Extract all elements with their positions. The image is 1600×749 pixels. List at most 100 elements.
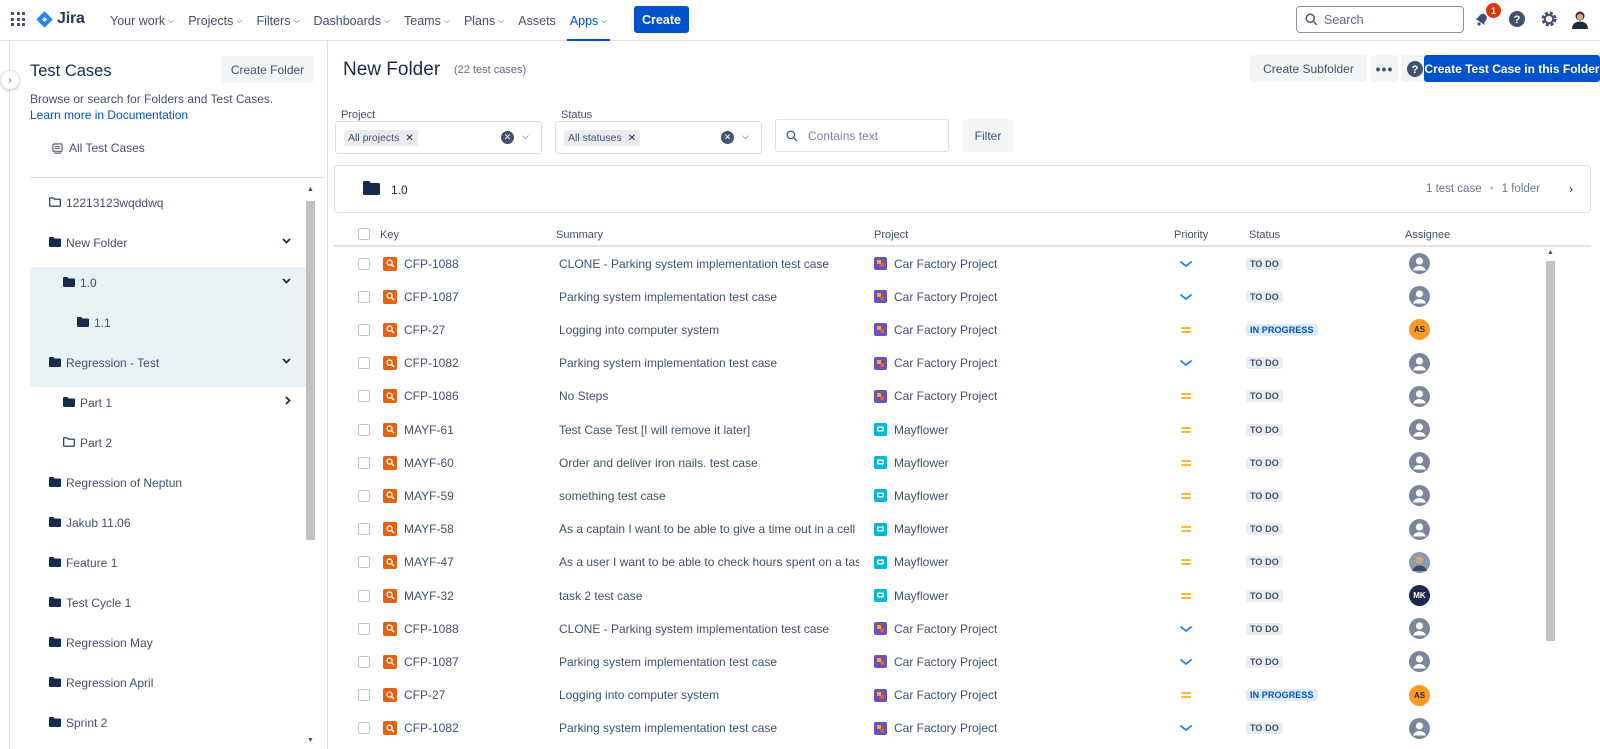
test-case-summary[interactable]: No Steps (559, 380, 859, 413)
row-checkbox[interactable] (358, 556, 370, 569)
test-case-key[interactable]: MAYF-47 (404, 555, 454, 569)
table-row[interactable]: MAYF-59 something test case Mayflower TO DO (334, 479, 1591, 512)
column-key[interactable]: Key (380, 229, 399, 241)
tree-folder[interactable]: Regression May (30, 623, 307, 663)
assignee-avatar[interactable]: AS (1409, 684, 1430, 706)
test-case-summary[interactable]: something test case (559, 479, 859, 512)
test-case-summary[interactable]: Parking system implementation test case (559, 645, 859, 678)
row-checkbox[interactable] (358, 323, 370, 336)
tree-folder[interactable]: Regression - Test (30, 343, 307, 383)
unassigned-avatar-icon[interactable] (1409, 651, 1430, 673)
test-case-summary[interactable]: task 2 test case (559, 579, 859, 612)
test-case-summary[interactable]: Parking system implementation test case (559, 280, 859, 313)
test-case-key[interactable]: CFP-1087 (404, 655, 459, 669)
unassigned-avatar-icon[interactable] (1409, 452, 1430, 474)
row-checkbox[interactable] (358, 489, 370, 502)
test-case-key[interactable]: MAYF-60 (404, 456, 454, 470)
table-row[interactable]: CFP-1086 No Steps Car Factory Project TO DO (334, 380, 1591, 413)
test-case-summary[interactable]: Parking system implementation test case (559, 712, 859, 745)
table-row[interactable]: CFP-1082 Parking system implementation te… (334, 712, 1591, 745)
row-checkbox[interactable] (358, 689, 370, 702)
table-row[interactable]: CFP-27 Logging into computer system Car Fa… (334, 313, 1591, 346)
unassigned-avatar-icon[interactable] (1409, 385, 1430, 407)
subfolder-card[interactable]: 1.0 1 test case • 1 folder › (334, 165, 1591, 213)
select-all-checkbox[interactable] (358, 228, 370, 240)
test-case-summary[interactable]: Order and deliver iron nails. test case (559, 446, 859, 479)
table-scrollbar[interactable] (1546, 261, 1555, 641)
nav-item-assets[interactable]: Assets (511, 0, 563, 41)
test-case-summary[interactable]: As a user I want to be able to check hou… (559, 546, 859, 579)
test-case-key[interactable]: CFP-1087 (404, 290, 459, 304)
unassigned-avatar-icon[interactable] (1409, 618, 1430, 640)
documentation-link[interactable]: Learn more in Documentation (30, 108, 188, 122)
row-checkbox[interactable] (358, 655, 370, 668)
tree-folder[interactable]: Regression of Neptun (30, 463, 307, 503)
table-row[interactable]: MAYF-47 As a user I want to be able to ch… (334, 546, 1591, 579)
tree-folder[interactable]: Test Cycle 1 (30, 583, 307, 623)
all-test-cases-link[interactable]: All Test Cases (52, 141, 145, 155)
clear-icon[interactable]: ✕ (501, 131, 514, 144)
test-case-key[interactable]: CFP-1088 (404, 622, 459, 636)
tree-folder[interactable]: Sprint 2 (30, 703, 307, 743)
nav-item-plans[interactable]: Plans ⌵ (457, 0, 511, 41)
assignee-avatar[interactable]: MK (1409, 585, 1430, 606)
create-button[interactable]: Create (634, 6, 689, 33)
search-input[interactable]: Search (1296, 6, 1464, 33)
chevron-down-icon[interactable]: ⌵ (522, 131, 529, 142)
test-case-key[interactable]: CFP-1088 (404, 257, 459, 271)
settings-icon[interactable] (1539, 9, 1559, 29)
test-case-summary[interactable]: As a captain I want to be able to give a… (559, 513, 859, 546)
remove-chip-icon[interactable]: ✕ (405, 133, 413, 144)
profile-avatar[interactable] (1570, 9, 1590, 29)
row-checkbox[interactable] (358, 622, 370, 635)
tree-folder[interactable]: Part 2 (30, 423, 307, 463)
test-case-key[interactable]: CFP-27 (404, 323, 445, 337)
nav-item-your-work[interactable]: Your work ⌵ (103, 0, 181, 41)
nav-item-filters[interactable]: Filters ⌵ (249, 0, 306, 41)
tree-folder[interactable]: 1.0 (30, 263, 307, 303)
test-case-key[interactable]: MAYF-59 (404, 489, 454, 503)
test-case-summary[interactable]: CLONE - Parking system implementation te… (559, 612, 859, 645)
tree-folder[interactable]: New Folder (30, 223, 307, 263)
unassigned-avatar-icon[interactable] (1409, 419, 1430, 440)
test-case-key[interactable]: CFP-1082 (404, 721, 459, 735)
tree-folder[interactable]: Regression April (30, 663, 307, 703)
table-row[interactable]: CFP-1087 Parking system implementation te… (334, 645, 1591, 678)
app-switcher-icon[interactable] (11, 12, 25, 26)
test-case-summary[interactable]: Parking system implementation test case (559, 347, 859, 380)
nav-item-projects[interactable]: Projects ⌵ (181, 0, 249, 41)
test-case-key[interactable]: CFP-1086 (404, 389, 459, 403)
row-checkbox[interactable] (358, 523, 370, 536)
tree-folder[interactable]: Jakub 11.06 (30, 503, 307, 543)
assignee-avatar[interactable]: AS (1409, 319, 1430, 341)
test-case-key[interactable]: MAYF-32 (404, 589, 454, 603)
test-case-summary[interactable]: CLONE - Parking system implementation te… (559, 247, 859, 280)
unassigned-avatar-icon[interactable] (1409, 253, 1430, 274)
chevron-down-icon[interactable] (282, 276, 291, 287)
more-actions-button[interactable]: ••• (1371, 55, 1398, 82)
test-case-key[interactable]: CFP-1082 (404, 356, 459, 370)
test-case-key[interactable]: MAYF-58 (404, 522, 454, 536)
test-case-summary[interactable]: Test Case Test [I will remove it later] (559, 413, 859, 446)
table-row[interactable]: MAYF-58 As a captain I want to be able to… (334, 513, 1591, 546)
nav-item-apps[interactable]: Apps ⌵ (563, 0, 615, 41)
column-priority[interactable]: Priority (1174, 229, 1208, 241)
row-checkbox[interactable] (358, 722, 370, 735)
filter-button[interactable]: Filter (963, 119, 1013, 152)
unassigned-avatar-icon[interactable] (1409, 717, 1430, 739)
nav-item-teams[interactable]: Teams ⌵ (397, 0, 457, 41)
table-row[interactable]: CFP-1087 Parking system implementation te… (334, 280, 1591, 313)
scroll-up-arrow[interactable]: ▲ (1546, 249, 1555, 256)
create-folder-button[interactable]: Create Folder (221, 56, 314, 83)
test-case-summary[interactable]: Logging into computer system (559, 313, 859, 346)
row-checkbox[interactable] (358, 357, 370, 370)
chevron-down-icon[interactable] (282, 236, 291, 247)
row-checkbox[interactable] (358, 290, 370, 303)
table-row[interactable]: CFP-1088 CLONE - Parking system implement… (334, 247, 1591, 280)
table-row[interactable]: CFP-1082 Parking system implementation te… (334, 347, 1591, 380)
tree-folder[interactable]: 1.1 (30, 303, 307, 343)
table-row[interactable]: MAYF-61 Test Case Test [I will remove it … (334, 413, 1591, 446)
table-row[interactable]: CFP-1088 CLONE - Parking system implement… (334, 612, 1591, 645)
tree-folder[interactable]: Feature 1 (30, 543, 307, 583)
column-summary[interactable]: Summary (556, 229, 603, 241)
